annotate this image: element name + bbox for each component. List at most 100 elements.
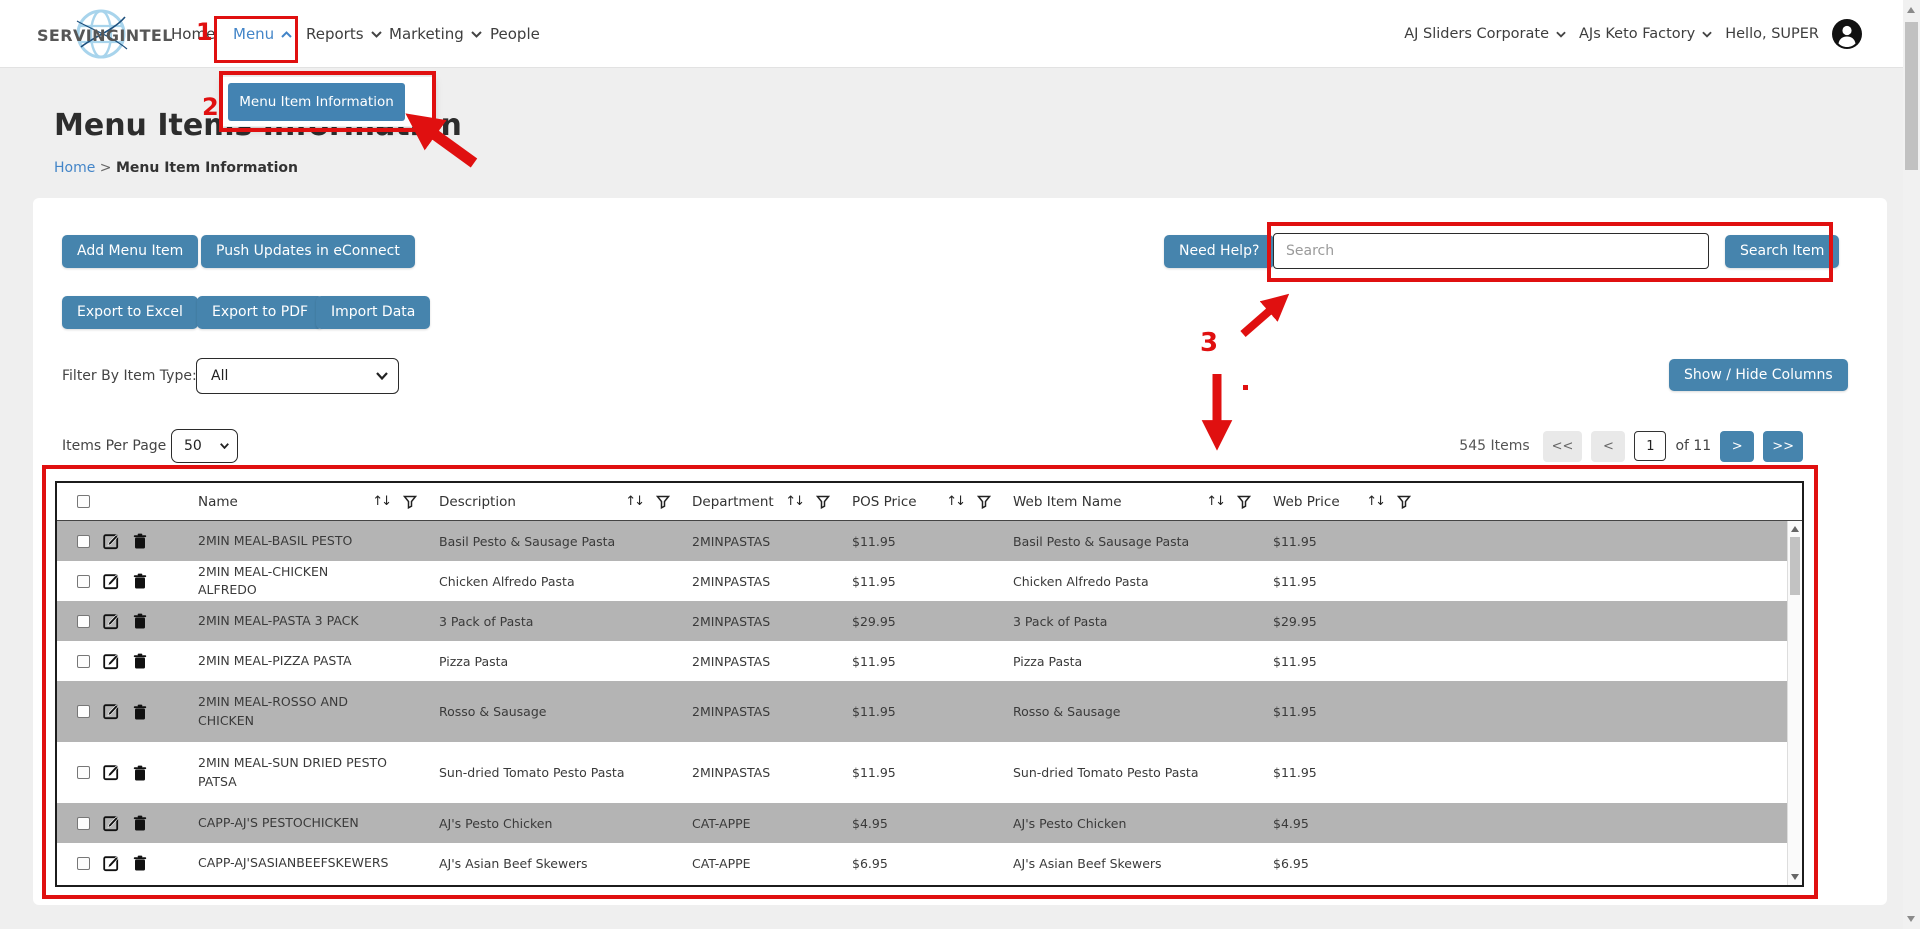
table-row[interactable]: 2MIN MEAL-SUN DRIED PESTO PATSA Sun-drie…: [57, 742, 1802, 803]
sort-icon[interactable]: ↑↓: [372, 494, 390, 509]
pagination-first-button[interactable]: <<: [1543, 431, 1583, 462]
table-row[interactable]: 2MIN MEAL-CHICKEN ALFREDO Chicken Alfred…: [57, 561, 1802, 601]
trash-icon[interactable]: [133, 573, 147, 589]
column-header-web-price: Web Price: [1273, 494, 1340, 510]
edit-icon[interactable]: [103, 533, 120, 550]
edit-icon[interactable]: [103, 703, 120, 720]
nav-item-marketing-label: Marketing: [389, 25, 464, 43]
user-avatar-icon[interactable]: [1832, 19, 1862, 49]
trash-icon[interactable]: [133, 855, 147, 871]
table-row[interactable]: 2MIN MEAL-BASIL PESTO Basil Pesto & Saus…: [57, 521, 1802, 561]
scroll-down-icon[interactable]: [1791, 874, 1799, 880]
pagination-prev-button[interactable]: <: [1591, 431, 1625, 462]
edit-icon[interactable]: [103, 764, 120, 781]
menu-dropdown-item-menu-item-information[interactable]: Menu Item Information: [228, 83, 405, 121]
pagination: 545 Items << < of 11 > >>: [1459, 429, 1803, 463]
trash-icon[interactable]: [133, 613, 147, 629]
chevron-down-icon: [1702, 31, 1712, 38]
search-input[interactable]: [1273, 233, 1709, 269]
page-scrollbar[interactable]: [1903, 0, 1920, 929]
sort-icon[interactable]: ↑↓: [785, 494, 803, 509]
push-updates-button[interactable]: Push Updates in eConnect: [201, 235, 415, 268]
page-scrollbar-thumb[interactable]: [1905, 22, 1918, 170]
edit-icon[interactable]: [103, 815, 120, 832]
company-selector[interactable]: AJ Sliders Corporate: [1404, 26, 1566, 42]
breadcrumb-separator: >: [100, 160, 112, 176]
nav-item-menu[interactable]: Menu: [233, 25, 292, 43]
table-row[interactable]: 2MIN MEAL-ROSSO AND CHICKEN Rosso & Saus…: [57, 681, 1802, 742]
filter-funnel-icon[interactable]: [1237, 495, 1251, 509]
items-per-page-select[interactable]: 50: [171, 429, 238, 463]
nav-item-home[interactable]: Home: [171, 25, 215, 43]
items-per-page-value: 50: [172, 438, 202, 454]
pagination-last-button[interactable]: >>: [1763, 431, 1803, 462]
menu-items-table: Name ↑↓ Description ↑↓ Department ↑↓ POS…: [55, 481, 1804, 887]
add-menu-item-button[interactable]: Add Menu Item: [62, 235, 198, 268]
nav-item-reports-label: Reports: [306, 25, 364, 43]
nav-item-people-label: People: [490, 25, 540, 43]
trash-icon[interactable]: [133, 815, 147, 831]
location-selector[interactable]: AJs Keto Factory: [1579, 26, 1712, 42]
table-scrollbar-thumb[interactable]: [1790, 537, 1800, 595]
brand-logo-text: SERVINGINTEL: [37, 26, 173, 45]
edit-icon[interactable]: [103, 573, 120, 590]
table-scrollbar[interactable]: [1787, 521, 1802, 885]
sort-icon[interactable]: ↑↓: [625, 494, 643, 509]
column-header-department: Department: [692, 494, 774, 510]
sort-icon[interactable]: ↑↓: [946, 494, 964, 509]
edit-icon[interactable]: [103, 613, 120, 630]
filter-funnel-icon[interactable]: [977, 495, 991, 509]
trash-icon[interactable]: [133, 765, 147, 781]
menu-dropdown-panel: Menu Item Information: [222, 76, 434, 127]
chevron-up-icon: [281, 31, 292, 38]
scroll-up-icon[interactable]: [1907, 7, 1915, 13]
export-excel-button[interactable]: Export to Excel: [62, 296, 198, 329]
table-row[interactable]: CAPP-AJ'S PESTOCHICKEN AJ's Pesto Chicke…: [57, 803, 1802, 843]
table-header-row: Name ↑↓ Description ↑↓ Department ↑↓ POS…: [57, 483, 1802, 521]
select-all-checkbox[interactable]: [77, 495, 90, 508]
edit-icon[interactable]: [103, 653, 120, 670]
import-data-button[interactable]: Import Data: [316, 296, 430, 329]
search-item-button[interactable]: Search Item: [1725, 235, 1839, 268]
chevron-down-icon: [220, 443, 229, 449]
export-pdf-button[interactable]: Export to PDF: [197, 296, 323, 329]
trash-icon[interactable]: [133, 533, 147, 549]
pagination-next-button[interactable]: >: [1720, 431, 1754, 462]
row-checkbox[interactable]: [77, 766, 90, 779]
scroll-up-icon[interactable]: [1791, 526, 1799, 532]
trash-icon[interactable]: [133, 704, 147, 720]
sort-icon[interactable]: ↑↓: [1366, 494, 1384, 509]
breadcrumb-home-link[interactable]: Home: [54, 160, 95, 176]
need-help-button[interactable]: Need Help?: [1164, 235, 1274, 268]
row-checkbox[interactable]: [77, 857, 90, 870]
row-checkbox[interactable]: [77, 575, 90, 588]
item-type-select[interactable]: All: [196, 358, 399, 394]
nav-item-people[interactable]: People: [490, 25, 540, 43]
nav-item-marketing[interactable]: Marketing: [389, 25, 482, 43]
user-greeting: Hello, SUPER: [1725, 26, 1819, 42]
column-header-description: Description: [439, 494, 516, 510]
account-cluster: AJ Sliders Corporate AJs Keto Factory He…: [1404, 0, 1862, 68]
sort-icon[interactable]: ↑↓: [1206, 494, 1224, 509]
nav-item-reports[interactable]: Reports: [306, 25, 382, 43]
content-card: Add Menu Item Push Updates in eConnect N…: [33, 198, 1887, 905]
table-row[interactable]: 2MIN MEAL-PASTA 3 PACK 3 Pack of Pasta 2…: [57, 601, 1802, 641]
filter-funnel-icon[interactable]: [656, 495, 670, 509]
filter-funnel-icon[interactable]: [816, 495, 830, 509]
filter-funnel-icon[interactable]: [403, 495, 417, 509]
chevron-down-icon: [376, 372, 388, 380]
table-row[interactable]: CAPP-AJ'SASIANBEEFSKEWERS AJ's Asian Bee…: [57, 843, 1802, 883]
filter-funnel-icon[interactable]: [1397, 495, 1411, 509]
edit-icon[interactable]: [103, 855, 120, 872]
row-checkbox[interactable]: [77, 615, 90, 628]
row-checkbox[interactable]: [77, 655, 90, 668]
show-hide-columns-button[interactable]: Show / Hide Columns: [1669, 359, 1848, 391]
table-row[interactable]: 2MIN MEAL-PIZZA PASTA Pizza Pasta 2MINPA…: [57, 641, 1802, 681]
row-checkbox[interactable]: [77, 705, 90, 718]
row-checkbox[interactable]: [77, 535, 90, 548]
scroll-down-icon[interactable]: [1907, 916, 1915, 922]
trash-icon[interactable]: [133, 653, 147, 669]
location-name: AJs Keto Factory: [1579, 26, 1695, 42]
pagination-page-input[interactable]: [1634, 431, 1666, 461]
row-checkbox[interactable]: [77, 817, 90, 830]
